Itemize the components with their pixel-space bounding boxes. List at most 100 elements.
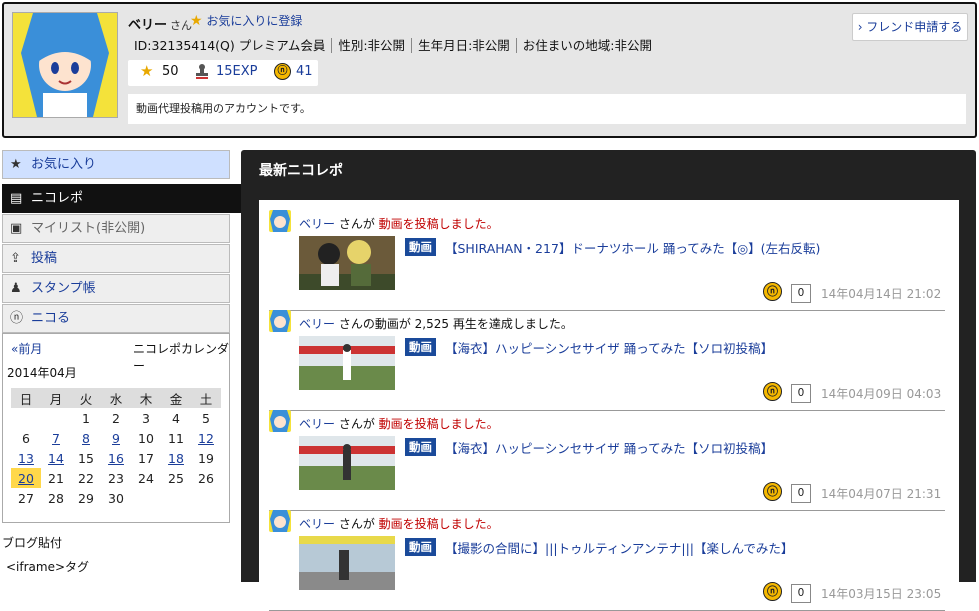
entry-line: ベリー さんが 動画を投稿しました。 <box>299 215 499 232</box>
blog-embed-label: ブログ貼付 <box>2 536 63 550</box>
avatar <box>12 12 118 118</box>
sidebar-item-mylist[interactable]: ▣ マイリスト(非公開) <box>2 214 230 243</box>
user-meta: ID:32135414(Q) プレミアム会員 性別:非公開 生年月日:非公開 お住まい… <box>134 35 658 54</box>
weekday-header: 金 <box>161 388 191 408</box>
calendar-day: 21 <box>48 470 64 486</box>
nicorepo-panel: 最新ニコレポ ベリー さんが 動画を投稿しました。 動画 【SHIRAHAN・217… <box>241 150 976 611</box>
nicorepo-entry: ベリー さんが 動画を投稿しました。動画 【撮影の合間に】|||トゥルティンアンテ… <box>269 510 945 611</box>
calendar-day: 25 <box>168 470 184 486</box>
nicoru-icon[interactable]: ⓝ <box>763 582 782 601</box>
calendar-day: 3 <box>142 410 150 426</box>
calendar-empty <box>191 488 221 508</box>
sidebar-item-stamps[interactable]: ♟ スタンプ帳 <box>2 274 230 303</box>
entry-user-link[interactable]: ベリー <box>299 217 335 231</box>
calendar-grid: 日月火水木金土 1 2 3 4 5 6 7 8 9 10 11 12 13 14 15 16 17 18 19 20 21… <box>11 388 221 508</box>
nicoru-icon[interactable]: ⓝ <box>763 482 782 501</box>
entry-timestamp: 14年04月07日 21:31 <box>821 487 942 501</box>
calendar-day: 17 <box>138 450 154 466</box>
calendar-day: 1 <box>82 410 90 426</box>
friend-request-button[interactable]: › フレンド申請する <box>852 13 968 41</box>
video-thumbnail[interactable] <box>299 236 395 290</box>
entry-user-link[interactable]: ベリー <box>299 517 335 531</box>
sidebar-item-posts[interactable]: ⇪ 投稿 <box>2 244 230 273</box>
calendar-empty <box>131 488 161 508</box>
user-avatar-icon[interactable] <box>269 310 291 332</box>
calendar-day: 23 <box>108 470 124 486</box>
calendar-day: 29 <box>78 490 94 506</box>
calendar-day[interactable]: 20 <box>11 468 41 488</box>
user-region: お住まいの地域:非公開 <box>515 38 658 53</box>
upload-icon: ⇪ <box>10 251 21 266</box>
video-tag-badge: 動画 <box>405 238 436 256</box>
video-thumbnail[interactable] <box>299 436 395 490</box>
calendar-day[interactable]: 9 <box>101 428 131 448</box>
calendar-day: 28 <box>48 490 64 506</box>
exp-link[interactable]: 15EXP <box>216 64 258 79</box>
calendar-day[interactable]: 18 <box>161 448 191 468</box>
entry-user-link[interactable]: ベリー <box>299 317 335 331</box>
star-icon: ★ <box>140 62 154 80</box>
sidebar-item-label: 投稿 <box>31 251 58 266</box>
user-avatar-icon[interactable] <box>269 410 291 432</box>
calendar-day[interactable]: 7 <box>41 428 71 448</box>
sidebar-item-label: マイリスト(非公開) <box>31 221 146 236</box>
calendar-day: 11 <box>168 430 184 446</box>
entry-line: ベリー さんが 動画を投稿しました。 <box>299 515 499 532</box>
nicoru-count[interactable]: 41 <box>296 64 313 79</box>
entry-action: 動画を投稿しました。 <box>378 517 499 531</box>
user-avatar-icon[interactable] <box>269 210 291 232</box>
calendar-day[interactable]: 14 <box>41 448 71 468</box>
nicoru-icon[interactable]: ⓝ <box>763 282 782 301</box>
video-tag-badge: 動画 <box>405 438 436 456</box>
video-thumbnail[interactable] <box>299 336 395 390</box>
calendar-day[interactable]: 13 <box>11 448 41 468</box>
sidebar-item-favorites[interactable]: ★ お気に入り <box>2 150 230 179</box>
nicoru-icon[interactable]: ⓝ <box>763 382 782 401</box>
calendar-day: 26 <box>198 470 214 486</box>
weekday-header: 日 <box>11 388 41 408</box>
nicorepo-entry: ベリー さんが 動画を投稿しました。 動画 【海衣】ハッピーシンセサイザ 踊ってみた… <box>269 410 945 511</box>
sidebar-item-label: スタンプ帳 <box>31 281 96 296</box>
stamp-icon: ♟ <box>10 281 22 296</box>
weekday-header: 水 <box>101 388 131 408</box>
profile-description: 動画代理投稿用のアカウントです。 <box>128 94 966 124</box>
stars-count: 50 <box>162 64 179 79</box>
sidebar-item-nicorepo[interactable]: ▤ ニコレポ <box>2 184 242 213</box>
nicoru-count: 0 <box>791 284 811 303</box>
profile-header: ベリー さん ★ お気に入りに登録 ID:32135414(Q) プレミアム会員性… <box>2 2 977 138</box>
video-title-link[interactable]: 【海衣】ハッピーシンセサイザ 踊ってみた【ソロ初投稿】 <box>445 438 773 457</box>
user-avatar-icon[interactable] <box>269 510 291 532</box>
calendar-day[interactable]: 12 <box>191 428 221 448</box>
entry-action: 動画を投稿しました。 <box>378 417 499 431</box>
entry-text: さんが <box>335 217 379 231</box>
document-icon: ▤ <box>10 191 23 206</box>
nicorepo-entry: ベリー さんの動画が 2,525 再生を達成しました。 動画 【海衣】ハッピーシンセ… <box>269 310 945 411</box>
favorite-link[interactable]: ★ お気に入りに登録 <box>190 12 302 29</box>
sidebar-item-label: お気に入り <box>31 157 97 172</box>
nicorepo-entry: ベリー さんが 動画を投稿しました。動画 【SHIRAHAN・217】ドーナツホー… <box>269 210 945 311</box>
weekday-header: 火 <box>71 388 101 408</box>
calendar-empty <box>161 488 191 508</box>
calendar-day[interactable]: 16 <box>101 448 131 468</box>
weekday-header: 月 <box>41 388 71 408</box>
calendar-day: 4 <box>172 410 180 426</box>
calendar-day: 15 <box>78 450 94 466</box>
sidebar-item-nicoru[interactable]: ⓝ ニコる <box>2 304 230 333</box>
video-title-link[interactable]: 【SHIRAHAN・217】ドーナツホール 踊ってみた【◎】(左右反転) <box>445 238 820 257</box>
entry-user-link[interactable]: ベリー <box>299 417 335 431</box>
sidebar-item-label: ニコる <box>31 311 71 326</box>
video-title-link[interactable]: 【撮影の合間に】|||トゥルティンアンテナ|||【楽しんでみた】 <box>445 538 793 557</box>
video-thumbnail[interactable] <box>299 536 395 590</box>
prev-month-link[interactable]: «前月 <box>11 340 42 357</box>
calendar-day: 2 <box>112 410 120 426</box>
nicorepo-feed: ベリー さんが 動画を投稿しました。 動画 【SHIRAHAN・217】ドーナツホー… <box>259 200 959 611</box>
entry-timestamp: 14年03月15日 23:05 <box>821 587 942 601</box>
nicoru-count: 0 <box>791 384 811 403</box>
video-tag-badge: 動画 <box>405 538 436 556</box>
star-icon: ★ <box>10 157 22 172</box>
calendar-day[interactable]: 8 <box>71 428 101 448</box>
video-tag-badge: 動画 <box>405 338 436 356</box>
video-title-link[interactable]: 【海衣】ハッピーシンセサイザ 踊ってみた【ソロ初投稿】 <box>445 338 773 357</box>
honorific: さん <box>170 19 193 32</box>
user-id: ID:32135414(Q) プレミアム会員 <box>134 38 326 53</box>
